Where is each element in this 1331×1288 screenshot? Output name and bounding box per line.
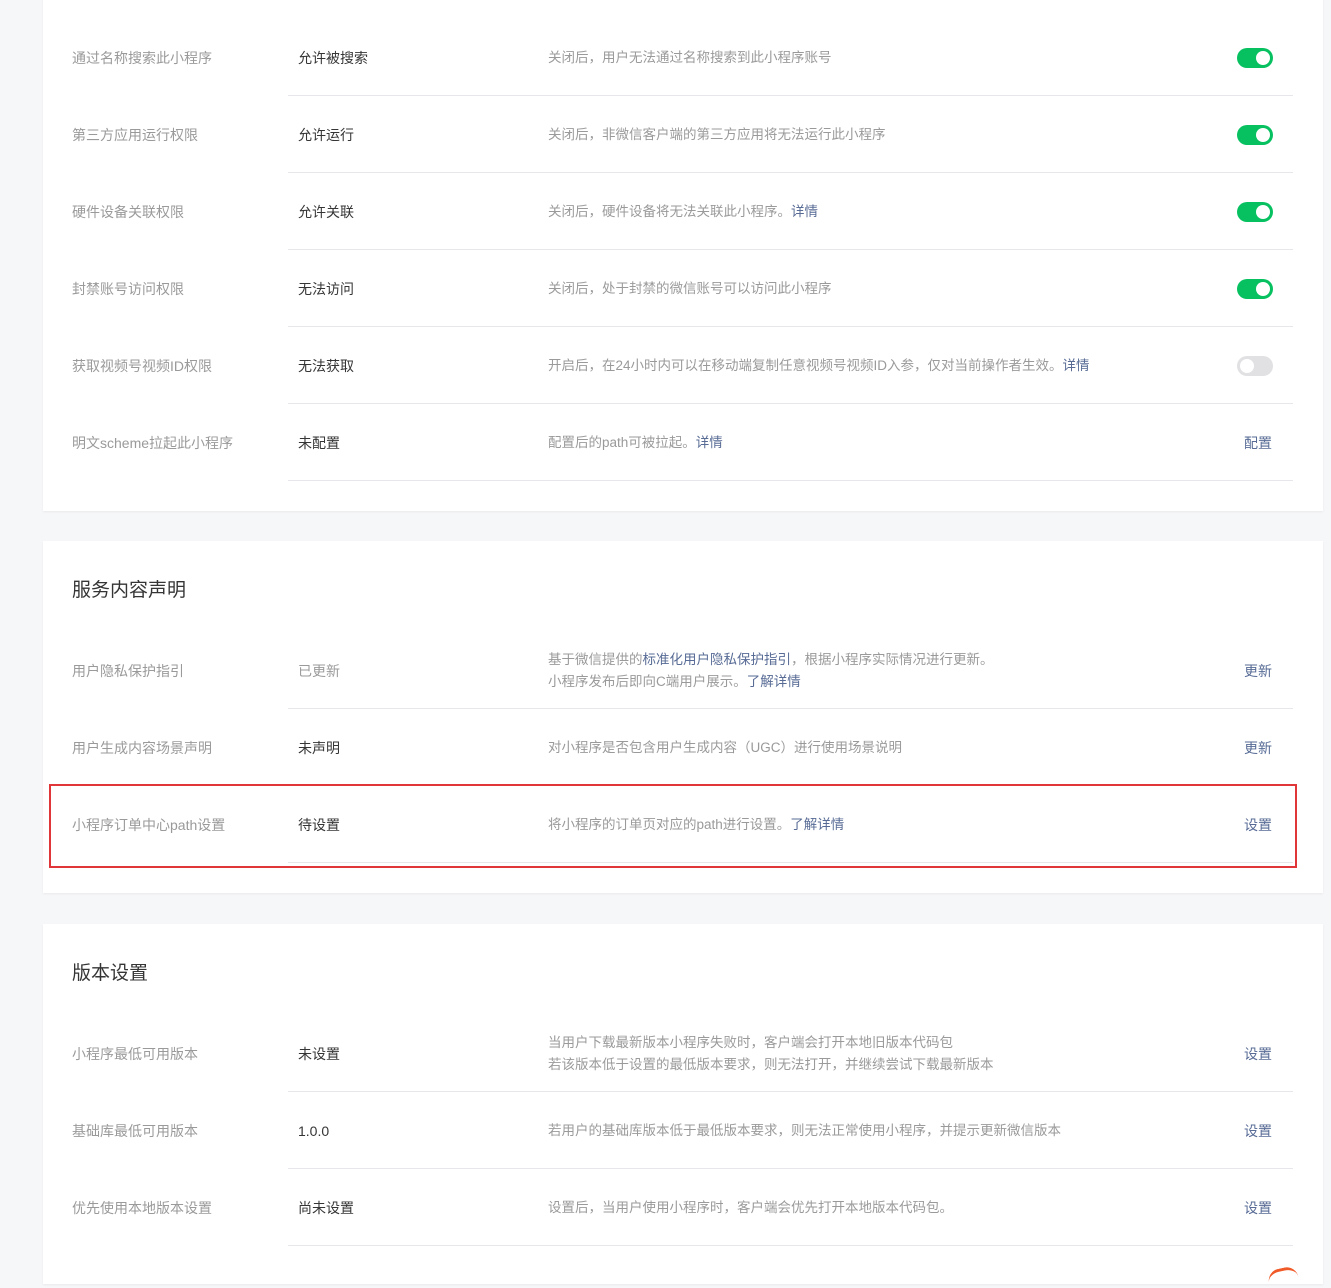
row-label: 明文scheme拉起此小程序 — [72, 434, 234, 451]
set-button[interactable]: 设置 — [1244, 1044, 1272, 1064]
details-link[interactable]: 详情 — [696, 435, 723, 450]
row-label: 通过名称搜索此小程序 — [72, 49, 212, 66]
row-description: 关闭后，用户无法通过名称搜索到此小程序账号 — [548, 49, 832, 65]
toggle-knob — [1256, 127, 1270, 142]
service-declaration-card: 服务内容声明 用户隐私保护指引 已更新 基于微信提供的标准化用户隐私保护指引，根… — [43, 541, 1323, 893]
row-status: 无法访问 — [298, 280, 354, 297]
update-button[interactable]: 更新 — [1244, 661, 1272, 681]
details-link[interactable]: 详情 — [791, 204, 818, 219]
divider — [288, 862, 1293, 863]
row-label: 硬件设备关联权限 — [72, 203, 184, 220]
row-label: 基础库最低可用版本 — [72, 1122, 198, 1139]
row-hardware-permission: 硬件设备关联权限 允许关联 关闭后，硬件设备将无法关联此小程序。详情 — [43, 173, 1323, 250]
toggle-knob — [1256, 50, 1270, 65]
row-third-party-permission: 第三方应用运行权限 允许运行 关闭后，非微信客户端的第三方应用将无法运行此小程序 — [43, 96, 1323, 173]
video-id-toggle[interactable] — [1237, 355, 1273, 376]
hardware-toggle[interactable] — [1237, 201, 1273, 222]
divider — [288, 1245, 1293, 1246]
row-base-library-version: 基础库最低可用版本 1.0.0 若用户的基础库版本低于最低版本要求，则无法正常使… — [43, 1092, 1323, 1169]
row-description: 配置后的path可被拉起。详情 — [548, 434, 723, 450]
privacy-guide-link[interactable]: 标准化用户隐私保护指引 — [643, 652, 792, 667]
row-status: 尚未设置 — [298, 1199, 354, 1216]
row-status: 未声明 — [298, 739, 340, 756]
row-label: 优先使用本地版本设置 — [72, 1199, 212, 1216]
row-description: 将小程序的订单页对应的path进行设置。了解详情 — [548, 816, 845, 832]
configure-button[interactable]: 配置 — [1244, 433, 1272, 453]
version-settings-card: 版本设置 小程序最低可用版本 未设置 当用户下载最新版本小程序失败时，客户端会打… — [43, 924, 1323, 1284]
search-toggle[interactable] — [1237, 47, 1273, 68]
row-description: 当用户下载最新版本小程序失败时，客户端会打开本地旧版本代码包 若该版本低于设置的最… — [548, 1034, 994, 1072]
row-label: 用户生成内容场景声明 — [72, 739, 212, 756]
toggle-knob — [1256, 204, 1270, 219]
permissions-card: 通过名称搜索此小程序 允许被搜索 关闭后，用户无法通过名称搜索到此小程序账号 第… — [43, 0, 1323, 511]
learn-more-link[interactable]: 了解详情 — [747, 674, 801, 689]
row-status: 允许关联 — [298, 203, 354, 220]
row-order-center-path: 小程序订单中心path设置 待设置 将小程序的订单页对应的path进行设置。了解… — [43, 786, 1323, 863]
row-label: 用户隐私保护指引 — [72, 662, 184, 679]
row-description: 关闭后，非微信客户端的第三方应用将无法运行此小程序 — [548, 126, 886, 142]
set-button[interactable]: 设置 — [1244, 1198, 1272, 1218]
row-description: 关闭后，处于封禁的微信账号可以访问此小程序 — [548, 280, 832, 296]
row-description: 开启后，在24小时内可以在移动端复制任意视频号视频ID入参，仅对当前操作者生效。… — [548, 357, 1090, 373]
row-label: 获取视频号视频ID权限 — [72, 357, 212, 374]
row-label: 第三方应用运行权限 — [72, 126, 198, 143]
divider — [288, 480, 1293, 481]
section-title: 服务内容声明 — [72, 580, 187, 601]
row-scheme-launch: 明文scheme拉起此小程序 未配置 配置后的path可被拉起。详情 配置 — [43, 404, 1323, 481]
row-description: 对小程序是否包含用户生成内容（UGC）进行使用场景说明 — [548, 739, 902, 755]
row-status: 无法获取 — [298, 357, 354, 374]
set-button[interactable]: 设置 — [1244, 1121, 1272, 1141]
row-description: 基于微信提供的标准化用户隐私保护指引，根据小程序实际情况进行更新。 小程序发布后即… — [548, 651, 994, 689]
row-label: 封禁账号访问权限 — [72, 280, 184, 297]
row-ugc-declaration: 用户生成内容场景声明 未声明 对小程序是否包含用户生成内容（UGC）进行使用场景… — [43, 709, 1323, 786]
row-status: 待设置 — [298, 816, 340, 833]
row-search-permission: 通过名称搜索此小程序 允许被搜索 关闭后，用户无法通过名称搜索到此小程序账号 — [43, 19, 1323, 96]
update-button[interactable]: 更新 — [1244, 738, 1272, 758]
row-banned-account-permission: 封禁账号访问权限 无法访问 关闭后，处于封禁的微信账号可以访问此小程序 — [43, 250, 1323, 327]
row-description: 若用户的基础库版本低于最低版本要求，则无法正常使用小程序，并提示更新微信版本 — [548, 1122, 1061, 1138]
set-button[interactable]: 设置 — [1244, 815, 1272, 835]
learn-more-link[interactable]: 了解详情 — [790, 817, 844, 832]
row-status: 未配置 — [298, 434, 340, 451]
row-privacy-guide: 用户隐私保护指引 已更新 基于微信提供的标准化用户隐私保护指引，根据小程序实际情… — [43, 632, 1323, 709]
row-min-version: 小程序最低可用版本 未设置 当用户下载最新版本小程序失败时，客户端会打开本地旧版… — [43, 1015, 1323, 1092]
row-status: 未设置 — [298, 1045, 340, 1062]
section-title: 版本设置 — [72, 963, 149, 984]
toggle-knob — [1240, 358, 1254, 373]
row-label: 小程序最低可用版本 — [72, 1045, 198, 1062]
row-label: 小程序订单中心path设置 — [72, 816, 226, 833]
banned-account-toggle[interactable] — [1237, 278, 1273, 299]
details-link[interactable]: 详情 — [1063, 358, 1090, 373]
row-status: 1.0.0 — [298, 1122, 330, 1139]
row-status: 已更新 — [298, 662, 340, 679]
row-status: 允许被搜索 — [298, 49, 368, 66]
toggle-knob — [1256, 281, 1270, 296]
row-description: 设置后，当用户使用小程序时，客户端会优先打开本地版本代码包。 — [548, 1199, 953, 1215]
row-local-version-first: 优先使用本地版本设置 尚未设置 设置后，当用户使用小程序时，客户端会优先打开本地… — [43, 1169, 1323, 1246]
row-video-id-permission: 获取视频号视频ID权限 无法获取 开启后，在24小时内可以在移动端复制任意视频号… — [43, 327, 1323, 404]
row-description: 关闭后，硬件设备将无法关联此小程序。详情 — [548, 203, 818, 219]
third-party-toggle[interactable] — [1237, 124, 1273, 145]
row-status: 允许运行 — [298, 126, 354, 143]
